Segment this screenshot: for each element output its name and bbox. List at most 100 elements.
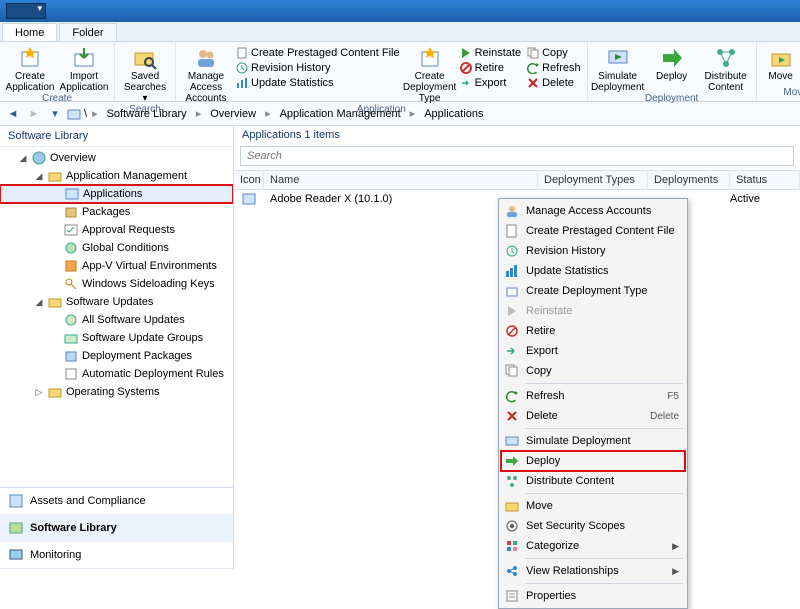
pane-software-library[interactable]: Software Library — [0, 515, 233, 542]
refresh-icon — [527, 62, 539, 74]
refresh-button[interactable]: Refresh — [527, 61, 581, 75]
saved-searches-button[interactable]: Saved Searches ▾ — [121, 44, 169, 104]
ribbon: Create Application Import Application Cr… — [0, 42, 800, 102]
crumb-applications[interactable]: Applications — [420, 106, 487, 122]
col-deployments[interactable]: Deployments — [648, 171, 730, 189]
tree-applications[interactable]: Applications — [0, 185, 233, 203]
row-icon — [234, 192, 264, 206]
tree: ◢Overview ◢Application Management Applic… — [0, 147, 233, 487]
cm-prestaged[interactable]: Create Prestaged Content File — [501, 221, 685, 241]
separator — [525, 583, 683, 584]
separator — [525, 428, 683, 429]
col-icon[interactable]: Icon — [234, 171, 264, 189]
cm-delete[interactable]: DeleteDelete — [501, 406, 685, 426]
cm-export[interactable]: Export — [501, 341, 685, 361]
copy-icon — [527, 47, 539, 59]
globe-small-icon — [64, 241, 78, 255]
cm-update-stats[interactable]: Update Statistics — [501, 261, 685, 281]
tab-folder[interactable]: Folder — [59, 23, 116, 41]
path-root[interactable]: \ — [84, 108, 87, 120]
scope-icon — [505, 519, 519, 533]
cm-revision[interactable]: Revision History — [501, 241, 685, 261]
cm-security[interactable]: Set Security Scopes — [501, 516, 685, 536]
deploy-button[interactable]: Deploy — [648, 44, 696, 82]
cm-copy[interactable]: Copy — [501, 361, 685, 381]
col-status[interactable]: Status — [730, 171, 800, 189]
move-folder-icon — [505, 499, 519, 513]
package-icon — [64, 205, 78, 219]
create-deployment-type-button[interactable]: Create Deployment Type — [406, 44, 454, 104]
cm-deploy[interactable]: Deploy — [501, 451, 685, 471]
play-icon — [460, 47, 472, 59]
tree-software-updates[interactable]: ◢Software Updates — [0, 293, 233, 311]
simulate-deployment-button[interactable]: Simulate Deployment — [594, 44, 642, 93]
app-item-icon — [242, 192, 256, 206]
tree-packages[interactable]: Packages — [0, 203, 233, 221]
copy-button[interactable]: Copy — [527, 46, 581, 60]
navigation-bar: ◄ ► ▾ \ ▸ Software Library ▸ Overview ▸ … — [0, 102, 800, 126]
search-input[interactable] — [240, 146, 794, 166]
distribute-icon — [505, 474, 519, 488]
refresh-icon — [505, 389, 519, 403]
folder-icon — [48, 295, 62, 309]
move-folder-icon — [769, 46, 793, 70]
cm-retire[interactable]: Retire — [501, 321, 685, 341]
cm-refresh[interactable]: RefreshF5 — [501, 386, 685, 406]
separator — [525, 383, 683, 384]
cm-categorize[interactable]: Categorize▶ — [501, 536, 685, 556]
pane-assets[interactable]: Assets and Compliance — [0, 488, 233, 515]
stats-icon — [236, 77, 248, 89]
up-button[interactable]: ▾ — [46, 105, 64, 123]
col-deployment-types[interactable]: Deployment Types — [538, 171, 648, 189]
tree-overview[interactable]: ◢Overview — [0, 149, 233, 167]
tree-deploy-pkg[interactable]: Deployment Packages — [0, 347, 233, 365]
forward-button[interactable]: ► — [25, 105, 43, 123]
sidebar-title: Software Library — [0, 126, 233, 147]
cm-distribute[interactable]: Distribute Content — [501, 471, 685, 491]
export-button[interactable]: Export — [460, 76, 521, 90]
app-menu-button[interactable] — [6, 3, 46, 19]
search-box — [240, 146, 794, 166]
tree-sw-groups[interactable]: Software Update Groups — [0, 329, 233, 347]
delete-button[interactable]: Delete — [527, 76, 581, 90]
cm-view-rel[interactable]: View Relationships▶ — [501, 561, 685, 581]
tree-operating-systems[interactable]: ▷Operating Systems — [0, 383, 233, 401]
ribbon-group-create: Create Application Import Application Cr… — [0, 42, 115, 101]
reinstate-button[interactable]: Reinstate — [460, 46, 521, 60]
globe-icon — [32, 151, 46, 165]
cm-manage-access[interactable]: Manage Access Accounts — [501, 201, 685, 221]
update-icon — [64, 313, 78, 327]
ribbon-group-application: Manage Access Accounts Create Prestaged … — [176, 42, 588, 101]
update-statistics-button[interactable]: Update Statistics — [236, 76, 400, 90]
crumb-software-library[interactable]: Software Library — [103, 106, 191, 122]
pane-monitoring[interactable]: Monitoring — [0, 542, 233, 569]
tree-sideload[interactable]: Windows Sideloading Keys — [0, 275, 233, 293]
crumb-overview[interactable]: Overview — [206, 106, 260, 122]
manage-access-accounts-button[interactable]: Manage Access Accounts — [182, 44, 230, 104]
retire-button[interactable]: Retire — [460, 61, 521, 75]
col-name[interactable]: Name — [264, 171, 538, 189]
tree-all-sw-updates[interactable]: All Software Updates — [0, 311, 233, 329]
revision-history-button[interactable]: Revision History — [236, 61, 400, 75]
move-button[interactable]: Move — [763, 44, 799, 82]
properties-icon — [505, 589, 519, 603]
cm-move[interactable]: Move — [501, 496, 685, 516]
create-prestaged-content-button[interactable]: Create Prestaged Content File — [236, 46, 400, 60]
cm-create-dt[interactable]: Create Deployment Type — [501, 281, 685, 301]
back-button[interactable]: ◄ — [4, 105, 22, 123]
tree-global-cond[interactable]: Global Conditions — [0, 239, 233, 257]
cm-properties[interactable]: Properties — [501, 586, 685, 606]
tree-app-mgmt[interactable]: ◢Application Management — [0, 167, 233, 185]
tree-auto-rules[interactable]: Automatic Deployment Rules — [0, 365, 233, 383]
tree-approval[interactable]: Approval Requests — [0, 221, 233, 239]
crumb-app-mgmt[interactable]: Application Management — [276, 106, 405, 122]
distribute-content-button[interactable]: Distribute Content — [702, 44, 750, 93]
deployment-type-icon — [418, 46, 442, 70]
chevron-right-icon: ▸ — [263, 107, 273, 120]
import-application-button[interactable]: Import Application — [60, 44, 108, 93]
ribbon-group-label: Move — [783, 87, 800, 99]
create-application-button[interactable]: Create Application — [6, 44, 54, 93]
tab-home[interactable]: Home — [2, 23, 57, 41]
tree-appv[interactable]: App-V Virtual Environments — [0, 257, 233, 275]
cm-simulate[interactable]: Simulate Deployment — [501, 431, 685, 451]
